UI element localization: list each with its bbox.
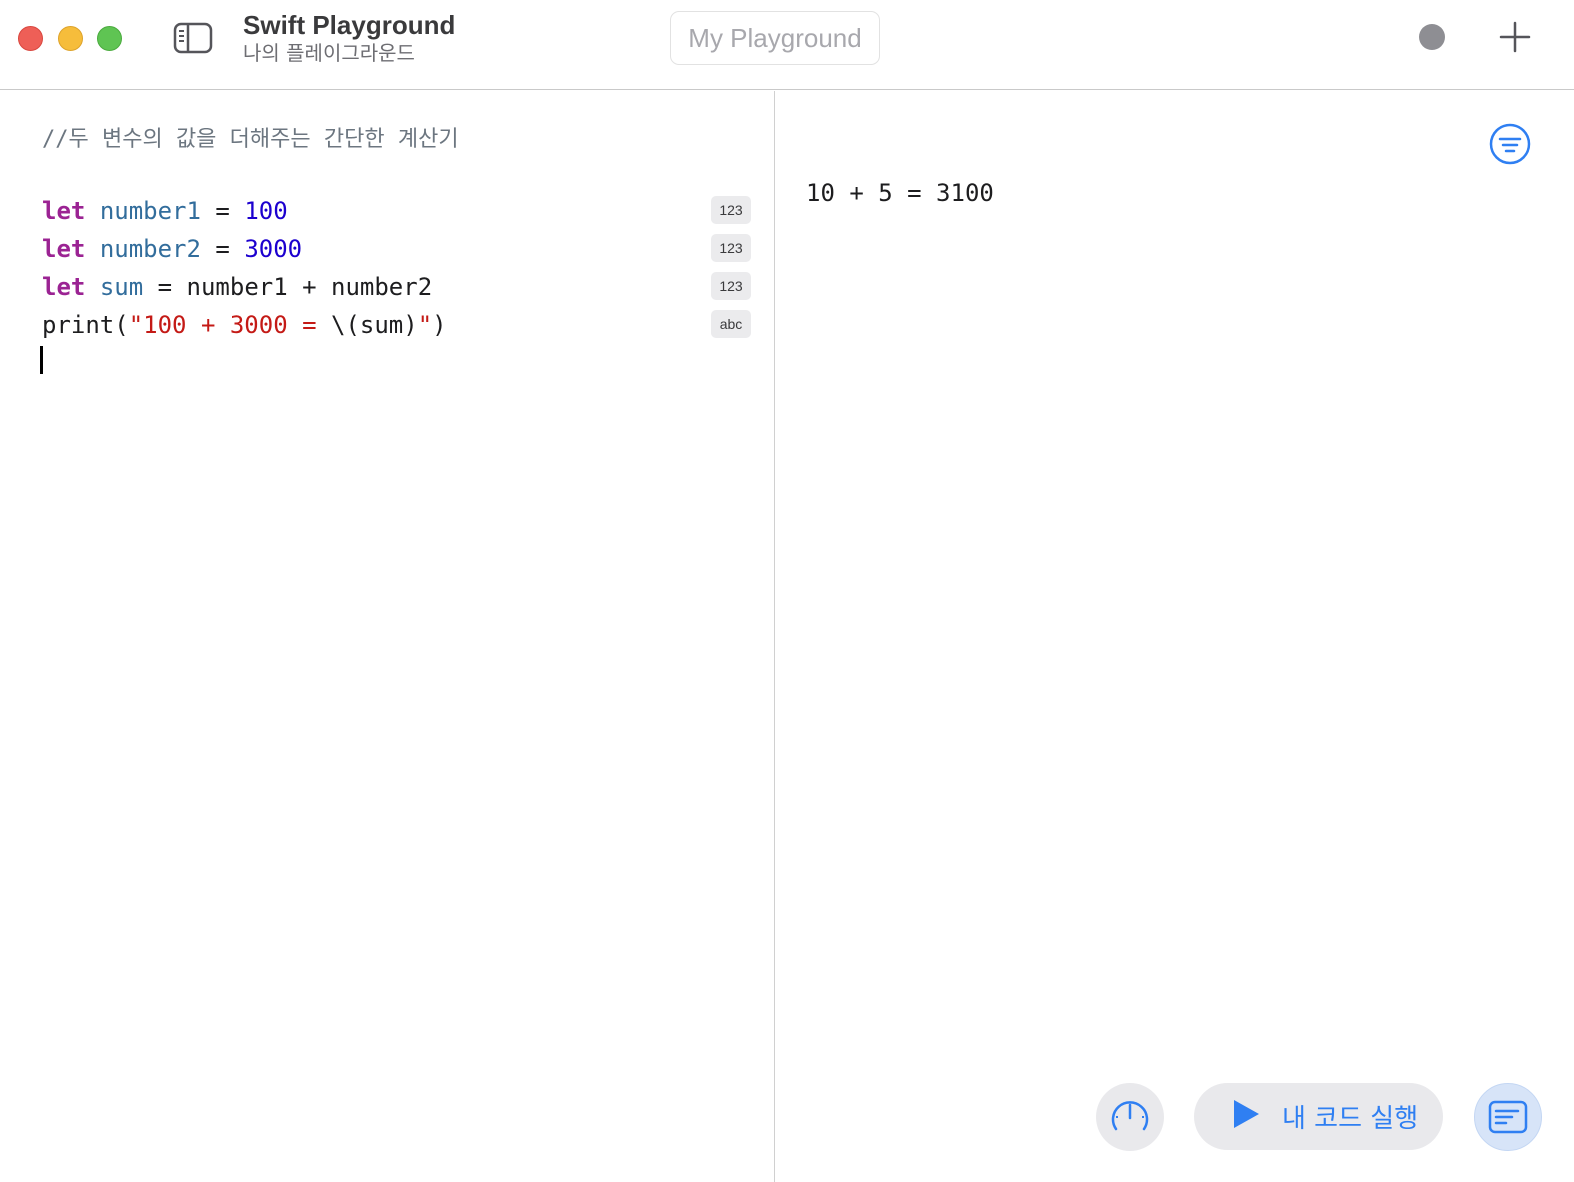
record-dot-icon[interactable] <box>1419 24 1445 50</box>
operator: = <box>200 235 245 263</box>
play-icon <box>1232 1099 1260 1134</box>
close-window-button[interactable] <box>18 26 43 51</box>
paren: ) <box>432 311 447 339</box>
result-badge[interactable]: abc <box>711 310 751 338</box>
plus-icon[interactable] <box>1498 20 1532 54</box>
code-line-2[interactable]: let number2 = 3000 <box>42 232 302 266</box>
code-line-3[interactable]: let sum = number1 + number2 <box>42 270 432 304</box>
keyword: let <box>42 197 86 225</box>
app-subtitle: 나의 플레이그라운드 <box>243 41 415 65</box>
filter-icon[interactable] <box>1488 122 1532 166</box>
result-badge[interactable]: 123 <box>711 272 751 300</box>
operator: = <box>200 197 245 225</box>
run-my-code-button[interactable]: 내 코드 실행 <box>1194 1083 1443 1150</box>
app-title: Swift Playground <box>243 10 456 40</box>
identifier: sum <box>99 273 144 301</box>
sidebar-toggle-icon[interactable] <box>173 22 213 54</box>
keyword: let <box>42 273 86 301</box>
interpolation: \(sum) <box>331 311 418 339</box>
expression: = number1 + number2 <box>143 273 433 301</box>
identifier: number1 <box>99 197 201 225</box>
code-line-4[interactable]: print("100 + 3000 = \(sum)") <box>42 308 447 342</box>
keyword: let <box>42 235 86 263</box>
code-comment: //두 변수의 값을 더해주는 간단한 계산기 <box>42 127 459 152</box>
string-literal: "100 + 3000 = <box>128 311 331 339</box>
playground-name-field[interactable]: My Playground <box>670 11 880 65</box>
zoom-window-button[interactable] <box>97 26 122 51</box>
minimize-window-button[interactable] <box>58 26 83 51</box>
code-line-1[interactable]: let number1 = 100 <box>42 194 288 228</box>
window-title-block: Swift Playground 나의 플레이그라운드 <box>243 10 455 66</box>
identifier: number2 <box>99 235 201 263</box>
run-button-label: 내 코드 실행 <box>1282 1104 1419 1134</box>
console-output: 10 + 5 = 3100 <box>806 179 994 207</box>
title-bar: Swift Playground 나의 플레이그라운드 My Playgroun… <box>0 0 1574 90</box>
string-quote: " <box>417 311 433 339</box>
number-literal: 3000 <box>244 235 303 263</box>
number-literal: 100 <box>244 197 288 225</box>
speedometer-icon[interactable] <box>1096 1083 1164 1151</box>
result-badge[interactable]: 123 <box>711 234 751 262</box>
result-badge[interactable]: 123 <box>711 196 751 224</box>
code-editor[interactable]: //두 변수의 값을 더해주는 간단한 계산기 let number1 = 10… <box>0 91 775 1182</box>
console-icon[interactable] <box>1474 1083 1542 1151</box>
results-pane: 10 + 5 = 3100 <box>776 91 1574 1182</box>
text-cursor <box>40 346 43 374</box>
function-call: print( <box>42 311 129 339</box>
